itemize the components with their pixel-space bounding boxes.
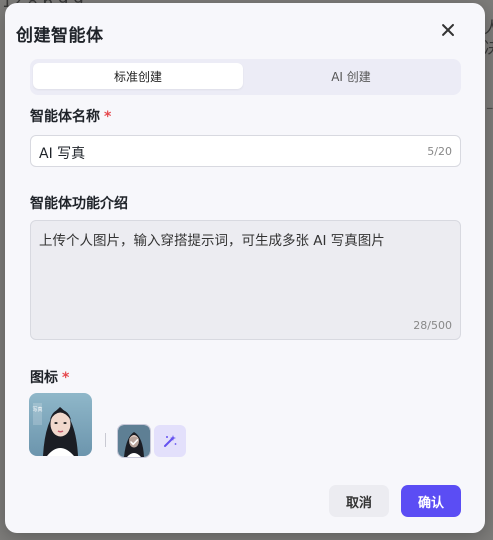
required-mark: * <box>62 370 70 386</box>
tab-standard-create[interactable]: 标准创建 <box>33 63 243 89</box>
tab-ai-create[interactable]: AI 创建 <box>246 63 456 89</box>
agent-intro-char-count: 28/500 <box>413 319 452 332</box>
cancel-button[interactable]: 取消 <box>329 485 389 517</box>
avatar-option-thumbnail[interactable] <box>117 424 151 458</box>
sparkle-wand-icon[interactable] <box>154 425 186 457</box>
background-text: _2 <box>487 96 493 109</box>
required-mark: * <box>104 109 112 125</box>
agent-avatar-preview[interactable]: 写真 <box>29 393 92 456</box>
agent-intro-value: 上传个人图片，输入穿搭提示词，可生成多张 AI 写真图片 <box>39 233 385 249</box>
dialog-title: 创建智能体 <box>16 26 104 46</box>
agent-intro-textarea[interactable]: 上传个人图片，输入穿搭提示词，可生成多张 AI 写真图片 28/500 <box>30 220 461 340</box>
intro-field-label: 智能体功能介绍 <box>30 193 128 213</box>
close-icon[interactable] <box>437 19 459 41</box>
icon-label-text: 图标 <box>30 370 58 386</box>
background-text: 决 <box>484 38 493 57</box>
name-field-label: 智能体名称 * <box>30 106 111 126</box>
create-agent-dialog: 创建智能体 标准创建 AI 创建 智能体名称 * AI 写真 5/20 智能体功能… <box>5 3 485 533</box>
agent-name-input[interactable]: AI 写真 5/20 <box>30 135 461 167</box>
icon-divider <box>105 433 106 447</box>
intro-label-text: 智能体功能介绍 <box>30 196 128 212</box>
avatar-text: 写真 <box>32 406 42 413</box>
agent-name-char-count: 5/20 <box>427 145 452 158</box>
agent-name-value: AI 写真 <box>39 146 86 162</box>
confirm-button[interactable]: 确认 <box>401 485 461 517</box>
name-label-text: 智能体名称 <box>30 109 100 125</box>
icon-field-label: 图标 * <box>30 367 69 387</box>
create-mode-tabs: 标准创建 AI 创建 <box>30 59 461 95</box>
